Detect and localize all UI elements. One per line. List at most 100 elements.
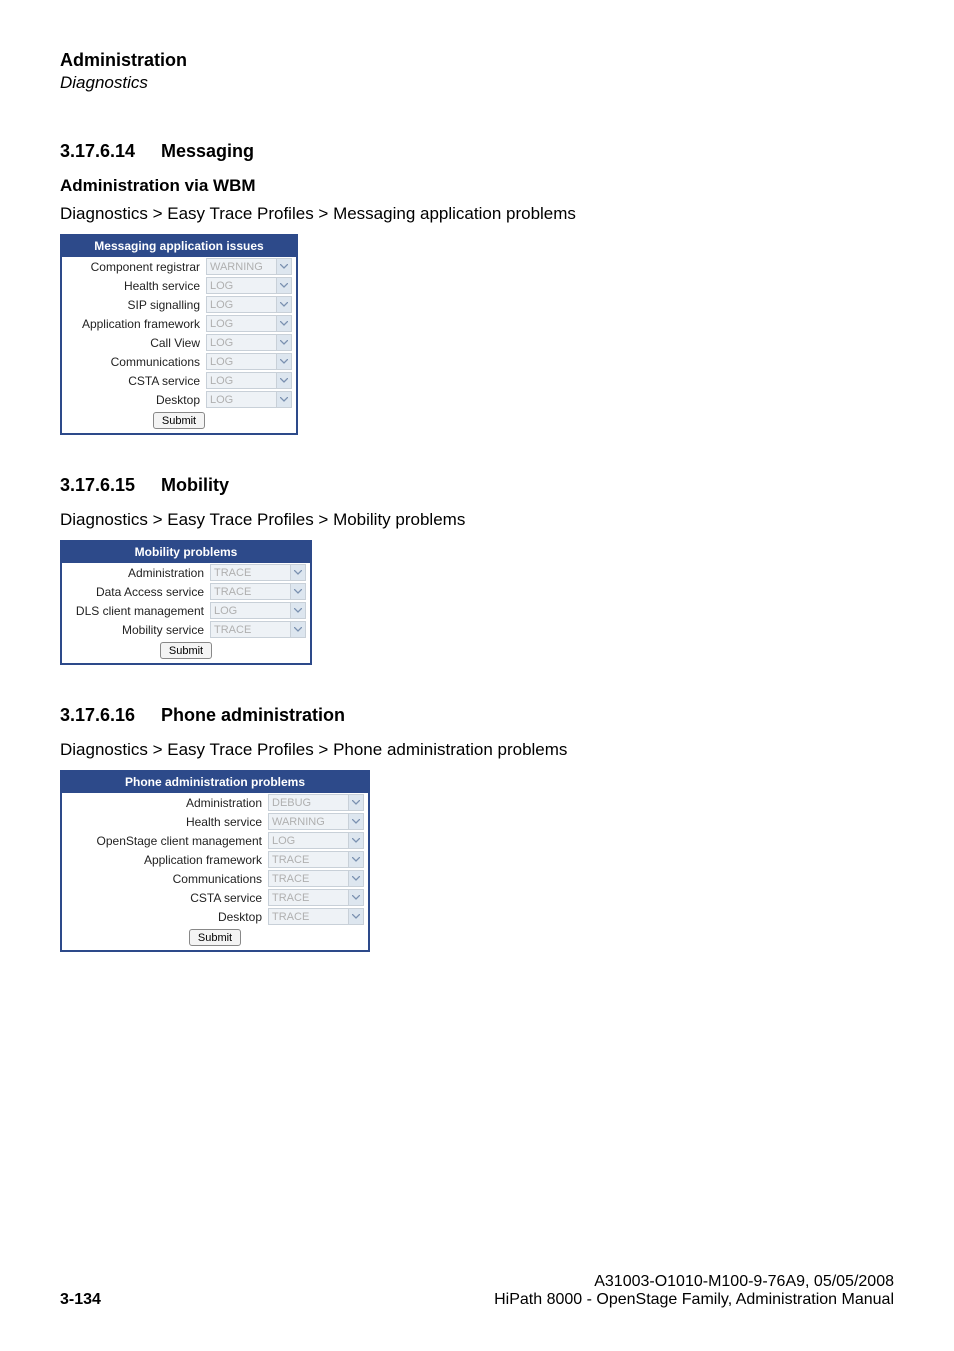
select-value: TRACE [269,911,348,923]
chevron-down-icon [276,259,291,274]
log-level-select[interactable]: WARNING [268,813,364,830]
section-title: Messaging [161,141,254,161]
form-row: Health service WARNING [62,812,368,831]
field-label: Desktop [66,393,202,407]
log-level-select[interactable]: DEBUG [268,794,364,811]
select-value: LOG [207,280,276,292]
panel-rows: Administration DEBUG Health service WARNING… [62,793,368,926]
select-value: DEBUG [269,797,348,809]
log-level-select[interactable]: LOG [206,391,292,408]
log-level-select[interactable]: TRACE [268,889,364,906]
log-level-select[interactable]: TRACE [210,564,306,581]
field-label: Health service [66,815,264,829]
log-level-select[interactable]: TRACE [268,908,364,925]
form-row: Application framework TRACE [62,850,368,869]
submit-button[interactable]: Submit [189,929,241,946]
subsection-heading: Administration via WBM [60,176,894,196]
panel-messaging: Messaging application issues Component r… [60,234,298,435]
select-value: TRACE [211,624,290,636]
field-label: SIP signalling [66,298,202,312]
chevron-down-icon [348,890,363,905]
field-label: Communications [66,872,264,886]
section-heading-phone-admin: 3.17.6.16 Phone administration [60,705,894,726]
log-level-select[interactable]: LOG [206,353,292,370]
form-row: Application framework LOG [62,314,296,333]
log-level-select[interactable]: LOG [206,334,292,351]
form-row: Desktop LOG [62,390,296,409]
select-value: WARNING [207,261,276,273]
chevron-down-icon [276,278,291,293]
form-row: Health service LOG [62,276,296,295]
section-number: 3.17.6.16 [60,705,156,726]
chevron-down-icon [276,297,291,312]
panel-mobility: Mobility problems AdministrationTRACEDat… [60,540,312,665]
field-label: Component registrar [66,260,202,274]
section-title: Phone administration [161,705,345,725]
select-value: TRACE [269,854,348,866]
chevron-down-icon [348,795,363,810]
field-label: DLS client management [66,604,206,618]
form-row: Desktop TRACE [62,907,368,926]
log-level-select[interactable]: LOG [206,277,292,294]
footer-doc-id: A31003-O1010-M100-9-76A9, 05/05/2008 [494,1273,894,1291]
panel-rows: Component registrar WARNING Health service… [62,257,296,409]
log-level-select[interactable]: TRACE [210,621,306,638]
page-header-subtitle: Diagnostics [60,73,894,93]
field-label: Application framework [66,317,202,331]
field-label: Call View [66,336,202,350]
log-level-select[interactable]: LOG [268,832,364,849]
panel-title: Phone administration problems [62,772,368,793]
chevron-down-icon [290,565,305,580]
select-value: LOG [207,337,276,349]
select-value: LOG [211,605,290,617]
select-value: WARNING [269,816,348,828]
page-footer: 3-134 A31003-O1010-M100-9-76A9, 05/05/20… [60,1273,894,1309]
form-row: Communications TRACE [62,869,368,888]
field-label: Administration [66,796,264,810]
submit-button[interactable]: Submit [153,412,205,429]
chevron-down-icon [290,622,305,637]
select-value: TRACE [211,586,290,598]
log-level-select[interactable]: WARNING [206,258,292,275]
select-value: LOG [207,356,276,368]
field-label: Health service [66,279,202,293]
panel-phone-admin: Phone administration problems Administra… [60,770,370,952]
form-row: DLS client management LOG [62,601,310,620]
select-value: LOG [207,299,276,311]
page-number: 3-134 [60,1291,101,1309]
select-value: TRACE [211,567,290,579]
footer-doc-title: HiPath 8000 - OpenStage Family, Administ… [494,1291,894,1309]
log-level-select[interactable]: LOG [210,602,306,619]
log-level-select[interactable]: LOG [206,315,292,332]
select-value: LOG [269,835,348,847]
select-value: TRACE [269,892,348,904]
log-level-select[interactable]: TRACE [210,583,306,600]
section-title: Mobility [161,475,229,495]
form-row: OpenStage client managementLOG [62,831,368,850]
chevron-down-icon [276,354,291,369]
chevron-down-icon [290,584,305,599]
chevron-down-icon [348,871,363,886]
select-value: LOG [207,375,276,387]
select-value: LOG [207,394,276,406]
panel-title: Messaging application issues [62,236,296,257]
page-header-title: Administration [60,50,894,71]
log-level-select[interactable]: LOG [206,372,292,389]
section-number: 3.17.6.14 [60,141,156,162]
form-row: Mobility serviceTRACE [62,620,310,639]
form-row: Call View LOG [62,333,296,352]
panel-rows: AdministrationTRACEData Access serviceTR… [62,563,310,639]
panel-title: Mobility problems [62,542,310,563]
chevron-down-icon [348,852,363,867]
field-label: Desktop [66,910,264,924]
log-level-select[interactable]: TRACE [268,851,364,868]
form-row: Component registrar WARNING [62,257,296,276]
field-label: Application framework [66,853,264,867]
submit-button[interactable]: Submit [160,642,212,659]
log-level-select[interactable]: LOG [206,296,292,313]
breadcrumb: Diagnostics > Easy Trace Profiles > Mess… [60,204,894,224]
field-label: CSTA service [66,374,202,388]
log-level-select[interactable]: TRACE [268,870,364,887]
chevron-down-icon [276,335,291,350]
form-row: CSTA serviceTRACE [62,888,368,907]
